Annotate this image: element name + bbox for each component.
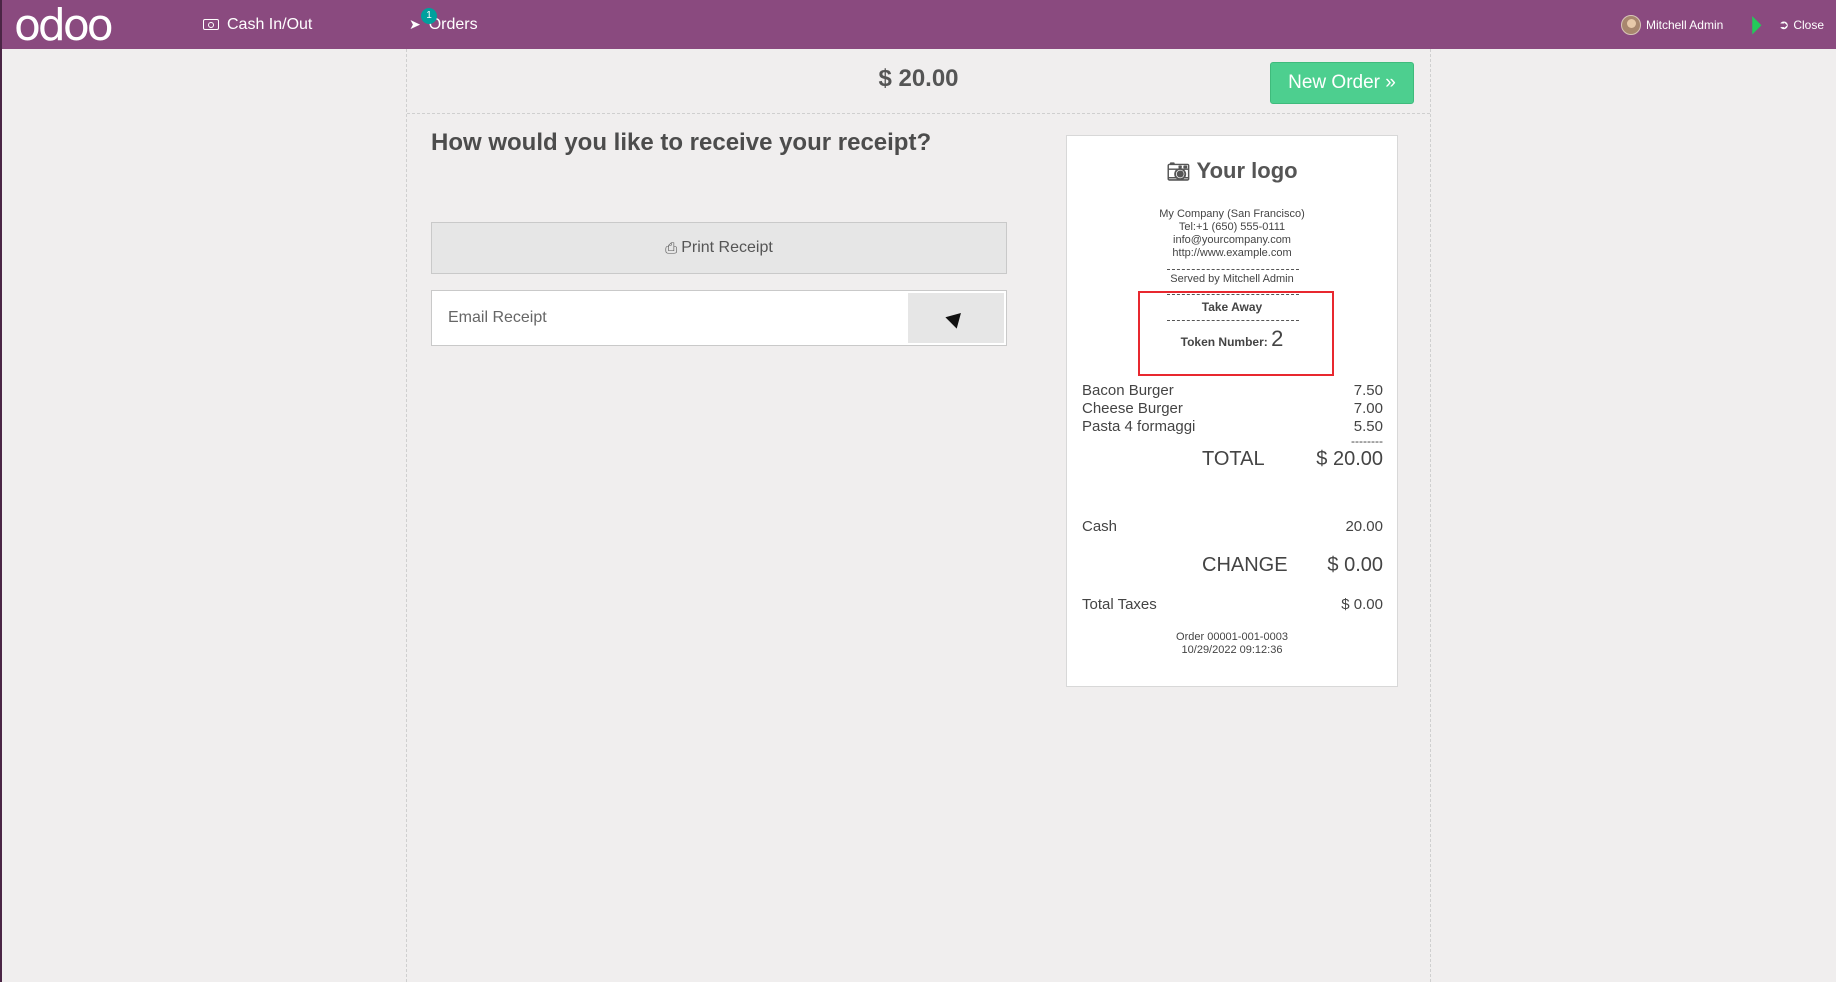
order-date: 10/29/2022 09:12:36 xyxy=(1181,644,1283,656)
line-price: 7.50 xyxy=(1353,382,1383,399)
company-website: http://www.example.com xyxy=(1172,247,1292,259)
line-product: Cheese Burger xyxy=(1082,400,1183,417)
email-receipt-input[interactable] xyxy=(432,291,902,345)
company-name: My Company (San Francisco) xyxy=(1159,208,1305,220)
change-label: CHANGE xyxy=(1202,554,1288,576)
line-product: Pasta 4 formaggi xyxy=(1082,418,1196,435)
user-menu[interactable]: Mitchell Admin xyxy=(1620,14,1724,35)
change-value: $ 0.00 xyxy=(1327,554,1383,576)
order-line: Bacon Burger 7.50 xyxy=(1082,382,1383,399)
total-label: TOTAL xyxy=(1202,448,1265,470)
avatar xyxy=(1620,14,1641,35)
ticket-icon: ➤ 1 xyxy=(409,8,437,33)
paper-plane-icon xyxy=(945,307,967,329)
served-by: Served by Mitchell Admin xyxy=(1170,273,1294,285)
receipt-logo-text: Your logo xyxy=(1196,158,1298,183)
line-price: 5.50 xyxy=(1353,418,1383,435)
company-email: info@yourcompany.com xyxy=(1173,234,1291,246)
print-receipt-button[interactable]: ⎙ Print Receipt xyxy=(431,222,1007,274)
sign-out-icon: ➲ xyxy=(1778,16,1790,32)
cash-icon xyxy=(203,19,219,30)
user-name: Mitchell Admin xyxy=(1645,17,1724,32)
new-order-button[interactable]: New Order » xyxy=(1270,62,1414,104)
close-button[interactable]: ➲ Close xyxy=(1778,17,1824,33)
order-line: Pasta 4 formaggi 5.50 xyxy=(1082,418,1383,435)
receipt-preview: 📷︎ Your logo My Company (San Francisco) T… xyxy=(1066,135,1398,687)
camera-icon: 📷︎ xyxy=(1166,162,1191,183)
highlight-box xyxy=(1138,291,1334,376)
order-reference: Order 00001-001-0003 xyxy=(1176,631,1288,643)
email-receipt-row xyxy=(431,290,1007,346)
receipt-footer: Order 00001-001-0003 10/29/2022 09:12:36 xyxy=(1067,631,1397,657)
change-row: CHANGE $ 0.00 xyxy=(1202,554,1383,577)
total-value: $ 20.00 xyxy=(1316,448,1383,470)
close-label: Close xyxy=(1793,17,1824,32)
cash-in-out-label: Cash In/Out xyxy=(227,15,313,33)
company-tel: Tel:+1 (650) 555-0111 xyxy=(1178,221,1286,233)
cash-in-out-button[interactable]: Cash In/Out xyxy=(203,0,312,49)
cash-value: 20.00 xyxy=(1345,518,1383,535)
line-price: 7.00 xyxy=(1353,400,1383,417)
print-receipt-label: Print Receipt xyxy=(681,239,773,256)
total-row: TOTAL $ 20.00 xyxy=(1202,448,1383,471)
receipt-logo: 📷︎ Your logo xyxy=(1067,158,1397,184)
line-product: Bacon Burger xyxy=(1082,382,1174,399)
order-line: Cheese Burger 7.00 xyxy=(1082,400,1383,417)
orders-button[interactable]: ➤ 1 Orders xyxy=(409,0,478,49)
total-separator: -------- xyxy=(1351,434,1383,448)
taxes-row: Total Taxes $ 0.00 xyxy=(1082,596,1383,613)
top-navbar: odoo Cash In/Out ➤ 1 Orders Mitchell Adm… xyxy=(0,0,1836,49)
printer-icon: ⎙ xyxy=(665,239,678,257)
receipt-screen-header: $ 20.00 New Order » xyxy=(407,49,1430,114)
wifi-icon[interactable]: ◢ xyxy=(1741,13,1764,36)
send-email-button[interactable] xyxy=(908,293,1004,343)
right-background xyxy=(1431,49,1836,982)
receipt-screen: $ 20.00 New Order » How would you like t… xyxy=(406,49,1431,982)
cash-label: Cash xyxy=(1082,518,1118,535)
receipt-question: How would you like to receive your recei… xyxy=(431,129,932,156)
receipt-divider xyxy=(1167,269,1299,270)
cash-row: Cash 20.00 xyxy=(1082,518,1383,535)
taxes-label: Total Taxes xyxy=(1082,596,1157,613)
odoo-logo: odoo xyxy=(14,0,114,51)
company-info: My Company (San Francisco) Tel:+1 (650) … xyxy=(1067,208,1397,260)
left-background xyxy=(2,49,406,982)
taxes-value: $ 0.00 xyxy=(1341,596,1383,613)
orders-count-badge: 1 xyxy=(421,8,437,24)
